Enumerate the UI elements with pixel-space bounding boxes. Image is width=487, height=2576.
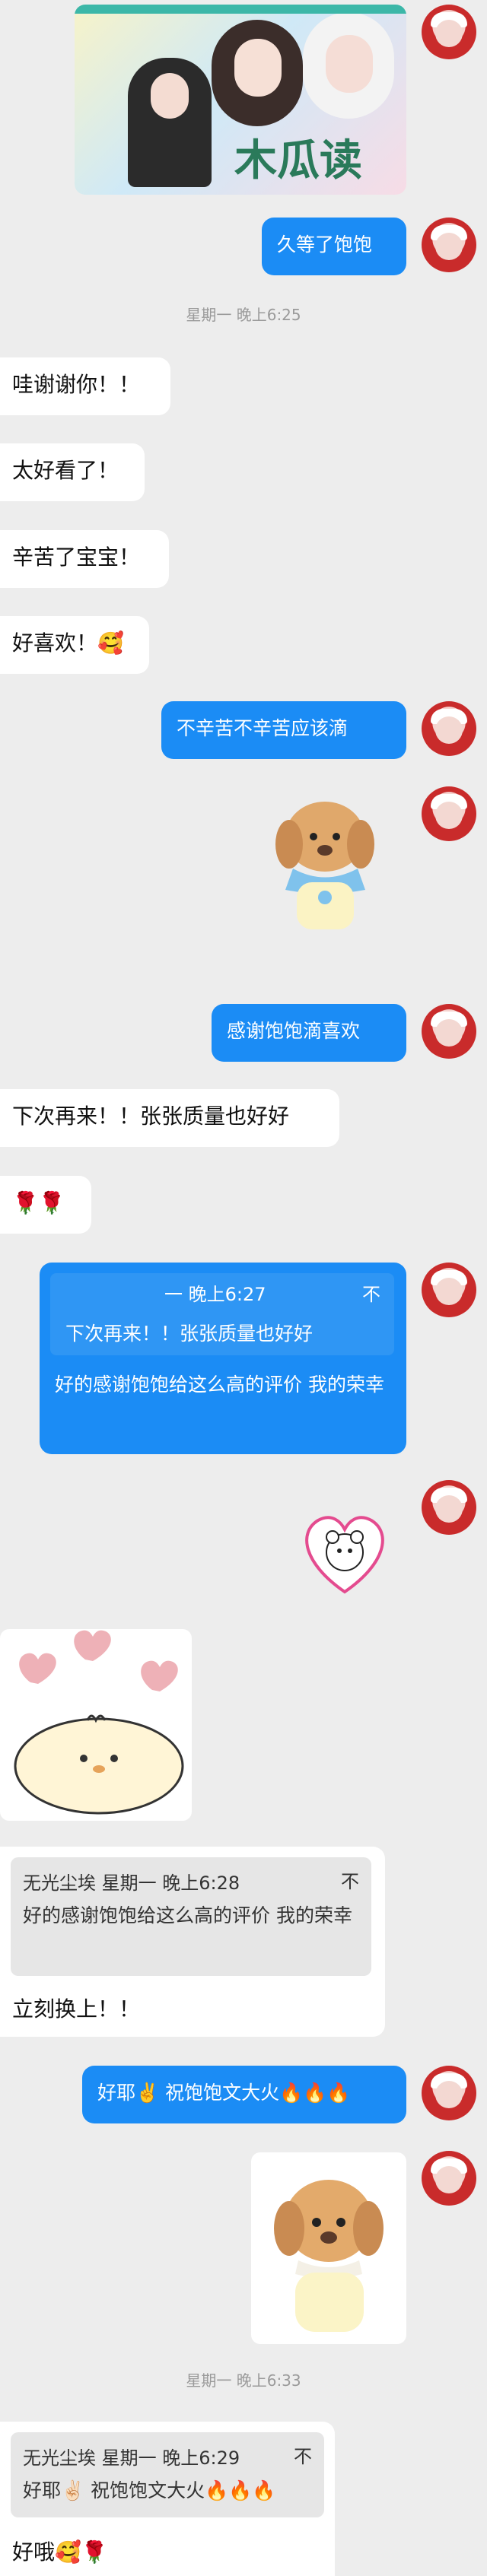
reply-quote-close[interactable]: 不 xyxy=(294,2441,312,2468)
reply-quote-body: 下次再来！！张张质量也好好 xyxy=(65,1323,314,1345)
banner-person-right-face xyxy=(326,35,373,93)
avatar-self[interactable] xyxy=(422,786,476,841)
message-bubble-received[interactable]: 🌹🌹 xyxy=(0,1176,91,1234)
message-bubble-received[interactable]: 太好看了！ xyxy=(0,443,145,501)
message-bubble-sent[interactable]: 感谢饱饱滴喜欢 xyxy=(212,1004,406,1062)
reply-text: 好哦🥰🌹 xyxy=(12,2539,108,2565)
avatar-self[interactable] xyxy=(422,218,476,272)
reply-bubble-received[interactable]: 无光尘埃 星期一 晚上6:29 不 好耶✌🏻 祝饱饱文大火🔥🔥🔥 好哦🥰🌹 xyxy=(0,2422,335,2576)
heart-bear-icon xyxy=(305,1516,384,1594)
timestamp: 星期一 晚上6:25 xyxy=(186,306,301,324)
reply-quote[interactable]: 无光尘埃 星期一 晚上6:29 不 好耶✌🏻 祝饱饱文大火🔥🔥🔥 xyxy=(11,2432,324,2517)
banner-bar xyxy=(75,5,406,14)
reply-quote-close[interactable]: 不 xyxy=(341,1866,359,1893)
reply-quote-header: 一 晚上6:27 xyxy=(164,1284,266,1305)
banner-title: 木瓜读 xyxy=(234,135,362,186)
reply-quote-body: 好耶✌🏻 祝饱饱文大火🔥🔥🔥 xyxy=(23,2479,276,2501)
dog-small-icon xyxy=(274,2180,384,2332)
timestamp: 星期一 晚上6:33 xyxy=(186,2371,301,2390)
message-bubble-sent[interactable]: 好耶✌️ 祝饱饱文大火🔥🔥🔥 xyxy=(82,2066,406,2123)
avatar-self[interactable] xyxy=(422,5,476,59)
message-bubble-received[interactable]: 哇谢谢你！！ xyxy=(0,357,170,415)
reply-quote[interactable]: 一 晚上6:27 不 下次再来！！张张质量也好好 xyxy=(50,1273,394,1355)
avatar-self[interactable] xyxy=(422,1004,476,1059)
chick-hearts-icon xyxy=(14,1630,184,1815)
reply-quote-header: 无光尘埃 星期一 晚上6:28 xyxy=(23,1872,240,1894)
message-bubble-received[interactable]: 辛苦了宝宝！ xyxy=(0,530,169,588)
reply-text: 立刻换上！！ xyxy=(12,1996,141,2022)
dog-sticker-small[interactable] xyxy=(251,2152,406,2344)
reply-quote-close[interactable]: 不 xyxy=(362,1279,380,1306)
avatar-self[interactable] xyxy=(422,701,476,756)
reply-bubble-received[interactable]: 无光尘埃 星期一 晚上6:28 不 好的感谢饱饱给这么高的评价 我的荣幸 立刻换… xyxy=(0,1847,385,2037)
banner-person-center-face xyxy=(234,39,282,97)
chick-hearts-sticker[interactable] xyxy=(0,1629,192,1821)
reply-text: 好的感谢饱饱给这么高的评价 我的荣幸 xyxy=(55,1374,384,1396)
message-bubble-sent[interactable]: 久等了饱饱 xyxy=(262,218,406,275)
reply-quote-header: 无光尘埃 星期一 晚上6:29 xyxy=(23,2447,240,2469)
banner-person-left-face xyxy=(151,73,189,119)
banner-image[interactable]: 木瓜读 xyxy=(75,5,406,195)
dog-sticker[interactable] xyxy=(244,783,406,935)
reply-quote-body: 好的感谢饱饱给这么高的评价 我的荣幸 xyxy=(23,1904,352,1926)
avatar-self[interactable] xyxy=(422,2151,476,2206)
dog-sticker-icon xyxy=(275,802,374,929)
reply-quote[interactable]: 无光尘埃 星期一 晚上6:28 不 好的感谢饱饱给这么高的评价 我的荣幸 xyxy=(11,1857,371,1976)
message-bubble-received[interactable]: 下次再来！！张张质量也好好 xyxy=(0,1089,339,1147)
reply-bubble-sent[interactable]: 一 晚上6:27 不 下次再来！！张张质量也好好 好的感谢饱饱给这么高的评价 我… xyxy=(40,1263,406,1454)
message-bubble-received[interactable]: 好喜欢！🥰 xyxy=(0,616,149,674)
avatar-self[interactable] xyxy=(422,1263,476,1317)
avatar-self[interactable] xyxy=(422,1480,476,1535)
heart-bear-sticker[interactable] xyxy=(295,1502,394,1601)
message-bubble-sent[interactable]: 不辛苦不辛苦应该滴 xyxy=(161,701,406,759)
avatar-self[interactable] xyxy=(422,2066,476,2120)
